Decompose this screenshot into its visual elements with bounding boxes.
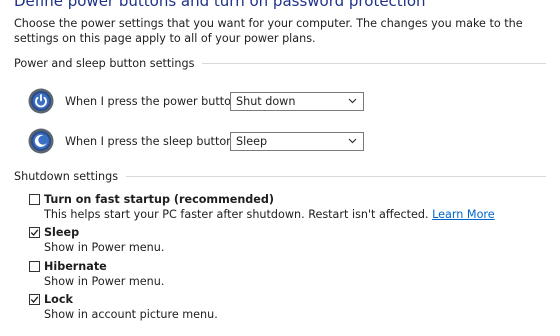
power-sleep-section-header: Power and sleep button settings — [14, 57, 546, 70]
checkmark-icon — [30, 229, 39, 236]
power-button-select[interactable]: Shut down — [230, 91, 364, 111]
shutdown-section-title: Shutdown settings — [14, 170, 119, 183]
lock-checkbox[interactable] — [29, 294, 40, 305]
fast-startup-description: This helps start your PC faster after sh… — [44, 208, 495, 221]
option-lock: Lock Show in account picture menu. — [29, 292, 218, 322]
page-title: Define power buttons and turn on passwor… — [14, 0, 426, 10]
section-divider — [126, 176, 546, 177]
hibernate-checkbox[interactable] — [29, 261, 40, 272]
option-hibernate: Hibernate Show in Power menu. — [29, 259, 164, 289]
sleep-option-label[interactable]: Sleep — [44, 226, 79, 239]
sleep-option-description: Show in Power menu. — [44, 241, 165, 254]
power-button-select-value: Shut down — [236, 94, 296, 108]
chevron-down-icon — [348, 138, 357, 144]
sleep-checkbox[interactable] — [29, 227, 40, 238]
option-sleep: Sleep Show in Power menu. — [29, 225, 164, 255]
shutdown-section-header: Shutdown settings — [14, 170, 546, 183]
checkmark-icon — [30, 296, 39, 303]
chevron-down-icon — [348, 98, 357, 104]
power-sleep-section-title: Power and sleep button settings — [14, 57, 195, 70]
power-button-label: When I press the power button: — [65, 94, 242, 108]
option-fast-startup: Turn on fast startup (recommended) This … — [29, 192, 495, 222]
sleep-button-row: When I press the sleep button: Sleep — [28, 128, 364, 154]
lock-option-label[interactable]: Lock — [44, 293, 73, 306]
power-icon — [28, 88, 54, 114]
section-divider — [202, 63, 546, 64]
lock-option-description: Show in account picture menu. — [44, 308, 218, 321]
sleep-button-label: When I press the sleep button: — [65, 134, 238, 148]
sleep-button-select-value: Sleep — [236, 134, 268, 148]
page-description: Choose the power settings that you want … — [14, 17, 523, 45]
sleep-icon — [28, 128, 54, 154]
hibernate-option-label[interactable]: Hibernate — [44, 260, 107, 273]
fast-startup-label[interactable]: Turn on fast startup (recommended) — [44, 193, 274, 206]
learn-more-link[interactable]: Learn More — [432, 208, 495, 221]
power-button-row: When I press the power button: Shut down — [28, 88, 364, 114]
sleep-button-select[interactable]: Sleep — [230, 131, 364, 151]
fast-startup-checkbox[interactable] — [29, 194, 40, 205]
hibernate-option-description: Show in Power menu. — [44, 275, 165, 288]
